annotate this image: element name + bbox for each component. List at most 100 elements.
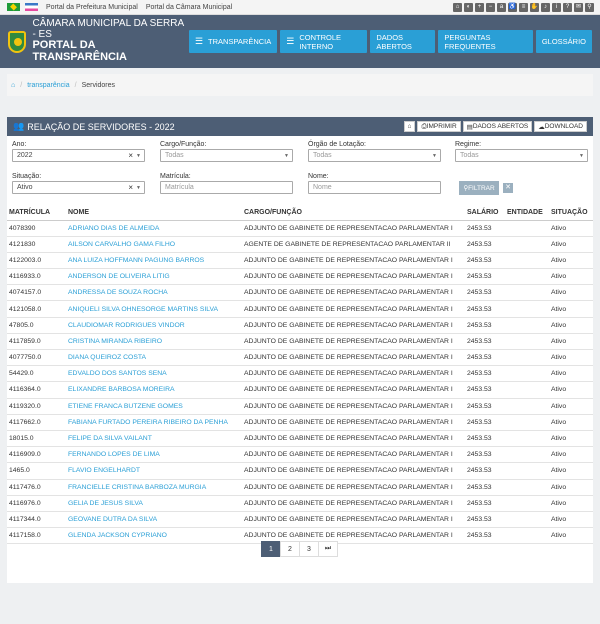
- servidor-link[interactable]: ADRIANO DIAS DE ALMEIDA: [68, 225, 159, 232]
- sitemap-icon[interactable]: ≡: [519, 3, 528, 12]
- font-increase-icon[interactable]: +: [475, 3, 484, 12]
- chevron-down-icon: ▼: [284, 152, 289, 159]
- cell-situacao: Ativo: [549, 333, 593, 351]
- home-button[interactable]: ⌂: [403, 121, 416, 132]
- servidor-link[interactable]: FRANCIELLE CRISTINA BARBOZA MURGIA: [68, 484, 206, 491]
- search-icon[interactable]: ⚲: [585, 3, 594, 12]
- contrast-icon[interactable]: ◐: [464, 3, 473, 12]
- nav-perguntas-frequentes[interactable]: PERGUNTAS FREQUENTES: [438, 30, 533, 53]
- cell-matricula: 54429.0: [7, 365, 66, 383]
- filter-button[interactable]: ⚲ FILTRAR: [459, 181, 499, 195]
- nav-dados-abertos[interactable]: DADOS ABERTOS: [370, 30, 436, 53]
- col-matricula[interactable]: MATRÍCULA: [7, 205, 66, 221]
- nav-controle-interno[interactable]: ☰ CONTROLE INTERNO: [280, 30, 368, 53]
- download-button[interactable]: ☁ DOWNLOAD: [534, 121, 587, 132]
- audio-icon[interactable]: ♪: [541, 3, 550, 12]
- nav-transparencia[interactable]: ☰ TRANSPARÊNCIA: [188, 30, 278, 53]
- menu-icon: ☰: [194, 36, 204, 46]
- servidor-link[interactable]: AILSON CARVALHO GAMA FILHO: [68, 241, 175, 248]
- page-3[interactable]: 3: [299, 541, 319, 557]
- cell-matricula: 4116364.0: [7, 381, 66, 399]
- sign-language-icon[interactable]: ✋: [530, 3, 539, 12]
- servidor-link[interactable]: FLAVIO ENGELHARDT: [68, 467, 140, 474]
- servidor-link[interactable]: ANA LUIZA HOFFMANN PAGUNG BARROS: [68, 257, 204, 264]
- servidor-link[interactable]: ANDERSON DE OLIVEIRA LITIG: [68, 273, 170, 280]
- info-icon[interactable]: i: [552, 3, 561, 12]
- cell-salario: 2453.53: [465, 479, 505, 496]
- link-prefeitura[interactable]: Portal da Prefeitura Municipal: [46, 4, 138, 11]
- breadcrumb-transparencia[interactable]: transparência: [27, 82, 69, 89]
- font-decrease-icon[interactable]: −: [486, 3, 495, 12]
- situacao-select[interactable]: Ativo × ▼: [12, 181, 145, 194]
- brand-line2: PORTAL DA TRANSPARÊNCIA: [32, 39, 127, 63]
- cell-matricula: 4116909.0: [7, 446, 66, 464]
- servidor-link[interactable]: ETIENE FRANCA BUTZENE GOMES: [68, 403, 183, 410]
- servidor-link[interactable]: ELIXANDRE BARBOSA MOREIRA: [68, 386, 175, 393]
- clear-filter-button[interactable]: ✕: [503, 183, 513, 193]
- servidor-link[interactable]: ANDRESSA DE SOUZA ROCHA: [68, 289, 168, 296]
- col-entidade[interactable]: ENTIDADE: [505, 205, 549, 221]
- servidor-link[interactable]: FABIANA FURTADO PEREIRA RIBEIRO DA PENHA: [68, 419, 228, 426]
- page-1[interactable]: 1: [261, 541, 281, 557]
- servidor-link[interactable]: FELIPE DA SILVA VAILANT: [68, 435, 152, 442]
- cell-cargo: ADJUNTO DE GABINETE DE REPRESENTACAO PAR…: [242, 398, 465, 415]
- cell-entidade: [505, 365, 549, 383]
- cell-entidade: [505, 511, 549, 529]
- table-header-row: MATRÍCULA NOME CARGO/FUNÇÃO SALÁRIO ENTI…: [7, 205, 593, 221]
- col-salario[interactable]: SALÁRIO: [465, 205, 505, 221]
- regime-select[interactable]: Todas ▼: [455, 149, 588, 162]
- cell-matricula: 4116933.0: [7, 268, 66, 286]
- cell-situacao: Ativo: [549, 300, 593, 318]
- ano-select[interactable]: 2022 × ▼: [12, 149, 145, 162]
- link-camara[interactable]: Portal da Câmara Municipal: [146, 4, 232, 11]
- cell-matricula: 4122003.0: [7, 252, 66, 270]
- orgao-select[interactable]: Todas ▼: [308, 149, 441, 162]
- page-last-icon[interactable]: ⏭: [318, 541, 338, 557]
- filter-ano: Ano: 2022 × ▼: [12, 141, 145, 162]
- open-data-button[interactable]: ▤ DADOS ABERTOS: [462, 121, 533, 132]
- col-cargo[interactable]: CARGO/FUNÇÃO: [242, 205, 465, 221]
- clear-icon[interactable]: ×: [128, 151, 133, 160]
- clear-icon[interactable]: ×: [128, 183, 133, 192]
- servidor-link[interactable]: FERNANDO LOPES DE LIMA: [68, 451, 160, 458]
- col-nome[interactable]: NOME: [66, 205, 242, 221]
- font-reset-icon[interactable]: a: [497, 3, 506, 12]
- nav-glossario[interactable]: GLOSSÁRIO: [535, 30, 593, 53]
- cell-salario: 2453.53: [465, 414, 505, 431]
- servidor-link[interactable]: EDVALDO DOS SANTOS SENA: [68, 370, 167, 377]
- print-button[interactable]: ⎙ IMPRIMIR: [417, 121, 461, 132]
- servidor-link[interactable]: GLENDA JACKSON CYPRIANO: [68, 532, 167, 539]
- table-row: 4117344.0 GEOVANE DUTRA DA SILVA ADJUNTO D…: [7, 511, 593, 529]
- cell-nome: FERNANDO LOPES DE LIMA: [66, 446, 242, 464]
- filter-label: FILTRAR: [468, 184, 495, 192]
- home-icon[interactable]: ⌂: [11, 82, 15, 89]
- servidor-link[interactable]: DIANA QUEIROZ COSTA: [68, 354, 146, 361]
- servidor-link[interactable]: CRISTINA MIRANDA RIBEIRO: [68, 338, 162, 345]
- site-header: CÂMARA MUNICIPAL DA SERRA - ES PORTAL DA…: [0, 15, 600, 68]
- cell-matricula: 4116976.0: [7, 495, 66, 512]
- nome-input[interactable]: Nome: [308, 181, 441, 194]
- matricula-input[interactable]: Matrícula: [160, 181, 293, 194]
- servidor-link[interactable]: GELIA DE JESUS SILVA: [68, 500, 143, 507]
- servidor-link[interactable]: CLAUDIOMAR RODRIGUES VINDOR: [68, 322, 185, 329]
- close-icon: ✕: [505, 184, 511, 191]
- brand[interactable]: CÂMARA MUNICIPAL DA SERRA - ES PORTAL DA…: [32, 19, 189, 63]
- cargo-select[interactable]: Todas ▼: [160, 149, 293, 162]
- cell-situacao: Ativo: [549, 252, 593, 270]
- accessibility-icon[interactable]: ♿: [508, 3, 517, 12]
- servidor-link[interactable]: GEOVANE DUTRA DA SILVA: [68, 516, 157, 523]
- regime-value: Todas: [460, 152, 479, 159]
- help-icon[interactable]: ?: [563, 3, 572, 12]
- home-icon[interactable]: ⌂: [453, 3, 462, 12]
- cell-nome: CRISTINA MIRANDA RIBEIRO: [66, 333, 242, 351]
- col-situacao[interactable]: SITUAÇÃO: [549, 205, 593, 221]
- mail-icon[interactable]: ✉: [574, 3, 583, 12]
- servidor-link[interactable]: ANIQUELI SILVA OHNESORGE MARTINS SILVA: [68, 306, 218, 313]
- table-row: 47805.0 CLAUDIOMAR RODRIGUES VINDOR ADJUNT…: [7, 317, 593, 334]
- camara-logo-icon[interactable]: [8, 30, 27, 53]
- filter-row-2: Situação: Ativo × ▼ Matrícula: Matrícula N…: [12, 173, 588, 205]
- page-2[interactable]: 2: [280, 541, 300, 557]
- filter-orgao-label: Órgão de Lotação:: [308, 141, 366, 148]
- filter-ano-label: Ano:: [12, 141, 27, 148]
- cell-entidade: [505, 252, 549, 270]
